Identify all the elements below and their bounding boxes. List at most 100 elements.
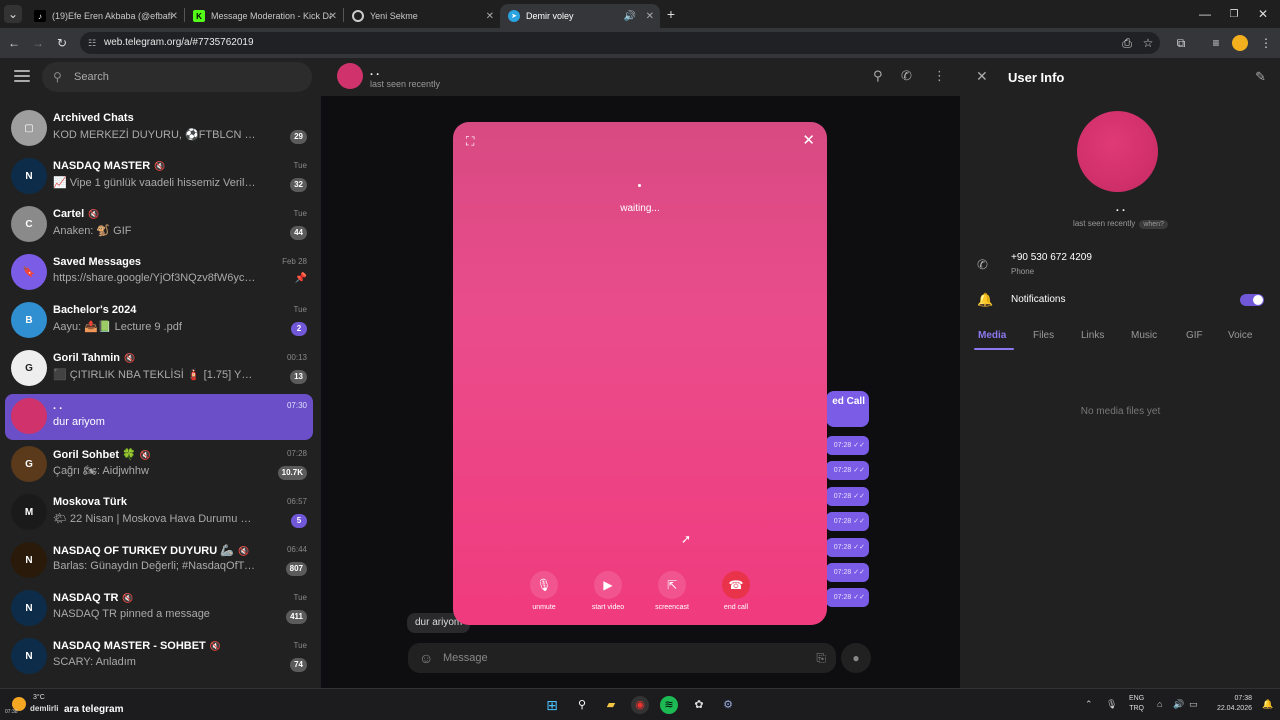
chat-list-item[interactable]: ▢ Archived Chats KOD MERKEZİ DUYURU, ⚽FTBL… <box>5 106 313 152</box>
browser-tab-kick[interactable]: K Message Moderation - Kick Da ✕ <box>185 4 343 28</box>
bookmark-star-icon[interactable]: ☆ <box>1139 34 1157 52</box>
chat-list-item[interactable]: N NASDAQ TR 🔇 NASDAQ TR pinned a message Tue… <box>5 586 313 632</box>
chat-list-item[interactable]: B Bachelor's 2024 Aayu: 📤📗 Lecture 9 .pdf T… <box>5 298 313 344</box>
site-info-icon[interactable]: ☷ <box>88 32 96 54</box>
message-bubble[interactable]: 07:28 ✓✓ <box>826 512 869 532</box>
volume-icon[interactable]: 🔊 <box>1173 699 1184 710</box>
chat-list-item[interactable]: . . dur ariyom 07:30 <box>5 394 313 440</box>
attach-icon[interactable]: ⎘ <box>816 643 826 673</box>
tab-voice[interactable]: Voice <box>1228 330 1252 341</box>
chat-status: last seen recently <box>370 79 441 89</box>
message-input[interactable]: ☺ Message ⎘ <box>408 643 836 673</box>
spotify-icon[interactable]: ≋ <box>660 696 678 714</box>
tray-expand-icon[interactable]: ⌃ <box>1085 699 1093 710</box>
close-tab-icon[interactable]: ✕ <box>646 11 654 22</box>
back-icon[interactable]: ← <box>5 34 23 52</box>
tab-media-icon[interactable]: ≡ <box>1207 34 1225 52</box>
close-icon[interactable]: ✕ <box>976 68 988 85</box>
new-tab-button[interactable]: + <box>662 5 680 23</box>
battery-icon[interactable]: ▭ <box>1189 699 1198 710</box>
message-bubble[interactable]: 07:28 ✓✓ <box>826 588 869 608</box>
message-bubble[interactable]: 07:28 ✓✓ <box>826 563 869 582</box>
reload-icon[interactable]: ↻ <box>53 34 71 52</box>
unread-badge: 32 <box>290 178 307 192</box>
chat-avatar[interactable] <box>337 63 363 89</box>
chat-list-item[interactable]: 🔖 Saved Messages https://share.google/YjOf… <box>5 250 313 296</box>
tab-files[interactable]: Files <box>1033 330 1054 341</box>
weather-text: demlirli <box>30 704 59 713</box>
edit-pencil-icon[interactable]: ✎ <box>1255 69 1266 85</box>
chrome-icon[interactable]: ◉ <box>631 696 649 714</box>
start-video-button[interactable]: ▶ start video <box>576 571 640 611</box>
search-input[interactable]: ⚲ Search <box>42 62 312 92</box>
system-clock[interactable]: 07:38 22.04.2026 <box>1212 694 1252 714</box>
chat-list-item[interactable]: N NASDAQ OF TURKEY DUYURU 🦾 🔇 Barlas: Günay… <box>5 538 313 584</box>
profile-avatar[interactable] <box>1232 35 1248 51</box>
microphone-tray-icon[interactable]: 🎙 <box>1106 699 1117 710</box>
window-close-icon[interactable]: ✕ <box>1254 5 1272 23</box>
message-bubble[interactable]: 07:28 ✓✓ <box>826 461 869 481</box>
chat-name-text: Goril Tahmin <box>53 352 121 364</box>
install-app-icon[interactable]: ⎙ <box>1118 34 1136 52</box>
browser-tab-new[interactable]: Yeni Sekme ✕ <box>344 4 500 28</box>
fullscreen-icon[interactable]: ⛶ <box>466 134 474 149</box>
search-icon[interactable]: ⚲ <box>573 696 591 714</box>
close-tab-icon[interactable]: ✕ <box>170 11 178 22</box>
file-explorer-icon[interactable]: ▰ <box>602 696 620 714</box>
hamburger-menu-icon[interactable] <box>14 70 30 82</box>
message-bubble[interactable]: 07:28 ✓✓ <box>826 436 869 455</box>
close-tab-icon[interactable]: ✕ <box>486 11 494 22</box>
phone-number[interactable]: +90 530 672 4209 <box>1011 252 1092 263</box>
message-time: 07:28 <box>833 518 852 526</box>
browser-tab-telegram[interactable]: ➤ Demir voley 🔊 ✕ <box>500 4 660 28</box>
app-icon[interactable]: ✿ <box>690 696 708 714</box>
close-icon[interactable]: ✕ <box>802 131 815 149</box>
avatar[interactable] <box>1077 111 1158 192</box>
chat-name: Cartel 🔇 <box>53 208 99 220</box>
phone-call-icon[interactable]: ✆ <box>901 68 912 84</box>
forward-icon[interactable]: → <box>29 34 47 52</box>
windows-start-icon[interactable]: ⊞ <box>543 696 561 714</box>
browser-tab-tiktok[interactable]: ♪ (19)Efe Eren Akbaba (@efbafi) | ✕ <box>26 4 184 28</box>
chat-list-item[interactable]: G Goril Tahmin 🔇 ⬛ ÇITIRLIK NBA TEKLİSİ 🧯 [… <box>5 346 313 392</box>
message-bubble[interactable]: 07:28 ✓✓ <box>826 486 869 506</box>
chat-list-item[interactable]: G Goril Sohbet 🍀 🔇 Çağrı 🏍: Aidjwhhw 07:28 10… <box>5 442 313 488</box>
chat-list-item[interactable]: N NASDAQ MASTER 🔇 📈 Vipe 1 günlük vaadeli h… <box>5 154 313 200</box>
tab-gif[interactable]: GIF <box>1186 330 1203 341</box>
notifications-toggle[interactable] <box>1240 294 1264 306</box>
wifi-icon[interactable]: ⌂ <box>1157 699 1162 709</box>
chat-header[interactable]: . . last seen recently ⚲ ✆ ⋮ <box>321 58 960 96</box>
maximize-icon[interactable]: ❐ <box>1225 5 1243 23</box>
close-tab-icon[interactable]: ✕ <box>329 11 337 22</box>
keyboard-layout: TRQ <box>1129 705 1144 712</box>
address-bar[interactable]: ☷ web.telegram.org/a/#7735762019 <box>80 32 1160 54</box>
steam-icon[interactable]: ⚙ <box>719 696 737 714</box>
speaker-icon[interactable]: 🔊 <box>624 11 636 22</box>
chat-name: Moskova Türk <box>53 496 127 508</box>
chat-list-item[interactable]: N NASDAQ MASTER - SOHBET 🔇 SCARY: Anladım Tu… <box>5 634 313 680</box>
tab-media[interactable]: Media <box>978 330 1006 341</box>
message-bubble[interactable]: ed Call <box>826 391 869 427</box>
tab-music[interactable]: Music <box>1131 330 1157 341</box>
minimize-icon[interactable]: — <box>1196 5 1214 23</box>
avatar: B <box>11 302 47 338</box>
tab-search-button[interactable]: ⌄ <box>4 5 22 23</box>
end-call-button[interactable]: ☎ end call <box>704 571 768 611</box>
tab-links[interactable]: Links <box>1081 330 1104 341</box>
unmute-button[interactable]: 🎙 unmute <box>512 571 576 611</box>
emoji-icon[interactable]: ☺ <box>419 643 433 673</box>
extensions-icon[interactable]: ⧉ <box>1172 34 1190 52</box>
search-icon[interactable]: ⚲ <box>873 68 883 84</box>
chat-list-item[interactable]: C Cartel 🔇 Anaken: 🐒 GIF Tue 44 <box>5 202 313 248</box>
notification-bell-icon[interactable]: 🔔 <box>1262 699 1273 710</box>
screencast-button[interactable]: ⇱ screencast <box>640 571 704 611</box>
voice-record-button[interactable]: ● <box>841 643 871 673</box>
chat-list-item[interactable]: M Moskova Türk 🌤 22 Nisan | Moskova Hava D… <box>5 490 313 536</box>
chat-preview: dur ariyom <box>53 416 105 428</box>
message-bubble[interactable]: 07:28 ✓✓ <box>826 537 869 557</box>
more-menu-icon[interactable]: ⋮ <box>933 68 946 84</box>
more-menu-icon[interactable]: ⋮ <box>1257 34 1275 52</box>
language-indicator[interactable]: ENG TRQ <box>1129 694 1144 714</box>
when-badge[interactable]: when? <box>1139 220 1168 229</box>
call-status: waiting... <box>620 203 660 214</box>
